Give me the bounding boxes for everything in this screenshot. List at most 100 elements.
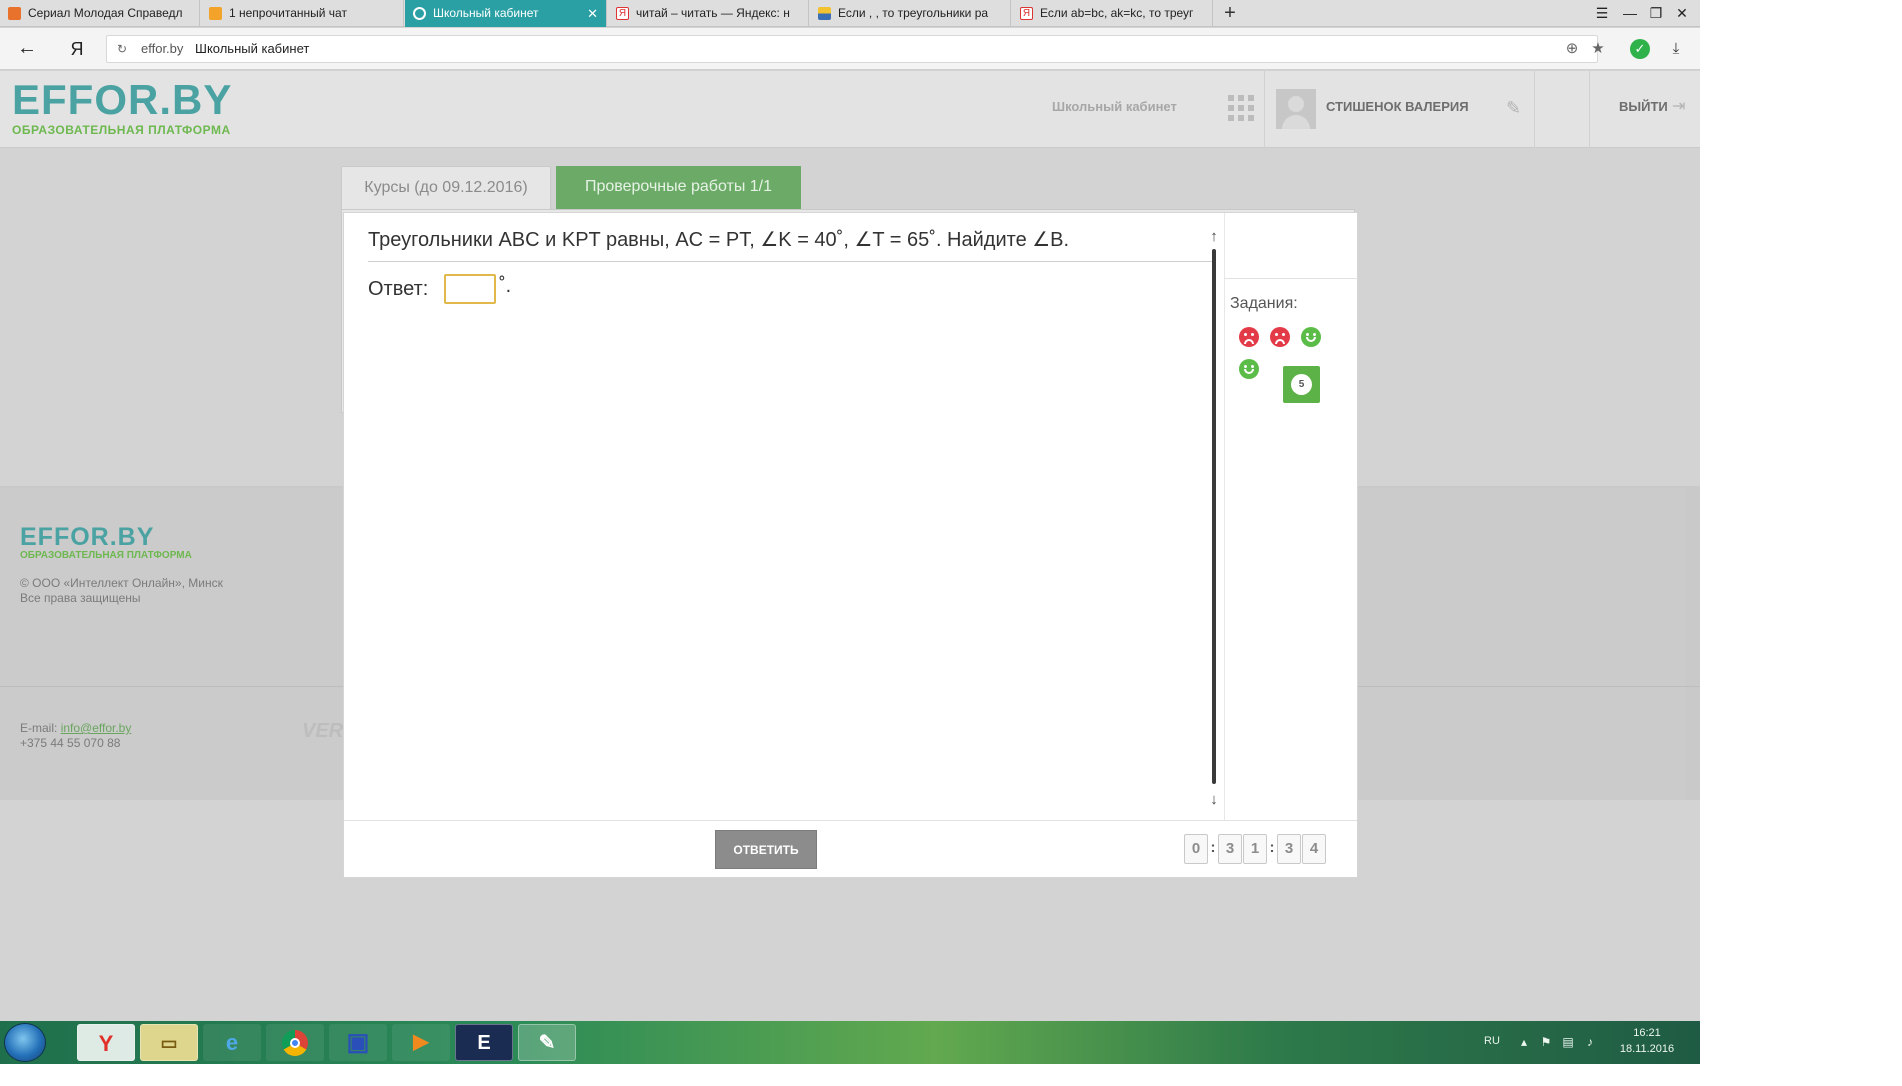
clock-date[interactable]: 18.11.2016 — [1612, 1043, 1682, 1055]
back-button[interactable]: ← — [14, 36, 40, 62]
video-icon — [8, 7, 21, 20]
save-disk-icon[interactable]: ▣ — [329, 1024, 387, 1061]
tab-title: Сериал Молодая Справедл — [28, 6, 183, 20]
sad-face-icon — [1239, 327, 1259, 347]
menu-icon[interactable]: ☰ — [1589, 0, 1615, 27]
paint-icon[interactable]: ✎ — [518, 1024, 576, 1061]
file-explorer-icon[interactable]: ▭ — [140, 1024, 198, 1061]
tab-title: Если , , то треугольники ра — [838, 6, 989, 20]
download-icon[interactable]: ⤓ — [1664, 36, 1688, 62]
task-number: 5 — [1291, 374, 1312, 395]
quiz-modal: Треугольники ABC и KPT равны, AC = PT, ∠… — [344, 213, 1358, 877]
footer-copyright: © ООО «Интеллект Онлайн», Минск Все прав… — [20, 576, 223, 606]
email-link[interactable]: info@effor.by — [61, 721, 132, 735]
network-icon[interactable]: ▤ — [1560, 1034, 1576, 1050]
url-field[interactable]: ↻ effor.by Школьный кабинет — [106, 35, 1598, 63]
footer-logo-subtitle: ОБРАЗОВАТЕЛЬНАЯ ПЛАТФОРМА — [20, 550, 192, 561]
site-logo-subtitle: ОБРАЗОВАТЕЛЬНАЯ ПЛАТФОРМА — [12, 123, 231, 137]
footer-logo: EFFOR.BY — [20, 523, 155, 551]
footer-email: E-mail: info@effor.by — [20, 721, 131, 735]
close-window-icon[interactable]: ✕ — [1669, 0, 1695, 27]
browser-tab[interactable]: 1 непрочитанный чат — [201, 0, 404, 27]
browser-tab[interactable]: Если , , то треугольники ра — [810, 0, 1011, 27]
scroll-down-arrow-icon[interactable]: ↓ — [1204, 790, 1224, 810]
apps-grid-icon[interactable] — [1228, 95, 1254, 121]
browser-tab[interactable]: Я Если ab=bc, ak=kc, то треуг — [1012, 0, 1213, 27]
yandex-browser-icon[interactable]: Y — [77, 1024, 135, 1061]
scroll-up-arrow-icon[interactable]: ↑ — [1204, 227, 1224, 247]
task-1-wrong[interactable] — [1233, 321, 1265, 353]
internet-explorer-icon[interactable]: e — [203, 1024, 261, 1061]
pencil-icon[interactable]: ✎ — [1506, 97, 1528, 119]
email-label: E-mail: — [20, 721, 58, 735]
submit-answer-button[interactable]: ОТВЕТИТЬ — [715, 830, 817, 869]
new-tab-button[interactable]: + — [1218, 0, 1242, 27]
media-player-icon[interactable]: ▶ — [392, 1024, 450, 1061]
answer-label: Ответ: — [368, 278, 429, 300]
timer-digit: 4 — [1302, 834, 1326, 864]
happy-face-icon — [1239, 359, 1259, 379]
task-4-correct[interactable] — [1233, 353, 1265, 385]
copyright-line: © ООО «Интеллект Онлайн», Минск — [20, 576, 223, 590]
browser-tab-active[interactable]: Школьный кабинет ✕ — [405, 0, 607, 27]
taskbar: Y ▭ e ▣ ▶ E ✎ RU ▴ ⚑ ▤ ♪ 16:21 18.11.201… — [0, 1021, 1700, 1064]
header-divider — [1589, 71, 1590, 148]
modal-footer: ОТВЕТИТЬ 0 : 3 1 : 3 4 — [344, 820, 1357, 877]
nav-school-cabinet[interactable]: Школьный кабинет — [1052, 99, 1177, 114]
happy-face-icon — [1301, 327, 1321, 347]
browser-tab-bar: Сериал Молодая Справедл 1 непрочитанный … — [0, 0, 1700, 27]
clock-time[interactable]: 16:21 — [1612, 1027, 1682, 1039]
timer-digit: 3 — [1277, 834, 1301, 864]
show-hidden-icons-icon[interactable]: ▴ — [1516, 1034, 1532, 1050]
avatar[interactable] — [1276, 89, 1316, 129]
yandex-icon: Я — [1020, 7, 1033, 20]
reload-icon[interactable]: ↻ — [117, 36, 127, 62]
logout-button[interactable]: ВЫЙТИ — [1619, 99, 1668, 114]
mail-icon — [209, 7, 222, 20]
tab-title: Если ab=bc, ak=kc, то треуг — [1040, 6, 1194, 20]
address-bar: ← Я ↻ effor.by Школьный кабинет ⊕ ★ ✓ ⤓ — [0, 28, 1700, 70]
url-page-title: Школьный кабинет — [195, 41, 310, 56]
tab-title: Школьный кабинет — [433, 6, 539, 20]
logout-icon[interactable]: ⇥ — [1672, 96, 1685, 116]
answer-degree-suffix: ˚. — [499, 275, 512, 297]
timer-digit: 1 — [1243, 834, 1267, 864]
tab-title: читай – читать — Яндекс: н — [636, 6, 790, 20]
timer-digit: 3 — [1218, 834, 1242, 864]
restore-icon[interactable]: ❐ — [1643, 0, 1669, 27]
tab-tests[interactable]: Проверочные работы 1/1 — [556, 166, 801, 209]
start-button[interactable] — [5, 1024, 45, 1061]
close-icon[interactable]: ✕ — [587, 0, 598, 27]
verified-badge: VERI — [302, 720, 349, 742]
flag-icon[interactable]: ⚑ — [1538, 1034, 1554, 1050]
tasks-panel: Задания: 5 — [1224, 213, 1358, 820]
task-2-wrong[interactable] — [1264, 321, 1296, 353]
user-name[interactable]: СТИШЕНОК ВАЛЕРИЯ — [1326, 99, 1469, 114]
timer-separator: : — [1269, 839, 1275, 856]
timer-digit: 0 — [1184, 834, 1208, 864]
tab-courses[interactable]: Курсы (до 09.12.2016) — [341, 166, 551, 209]
volume-icon[interactable]: ♪ — [1582, 1034, 1598, 1050]
effor-app-icon[interactable]: E — [455, 1024, 513, 1061]
yandex-button[interactable]: Я — [66, 36, 88, 62]
scrollbar[interactable] — [1212, 249, 1216, 784]
answer-input[interactable] — [444, 274, 496, 304]
chrome-icon[interactable] — [266, 1024, 324, 1061]
browser-tab[interactable]: Я читай – читать — Яндекс: н — [608, 0, 809, 27]
tasks-label: Задания: — [1230, 295, 1298, 312]
bookmark-star-icon[interactable]: ★ — [1586, 36, 1610, 62]
language-indicator[interactable]: RU — [1484, 1035, 1500, 1047]
rights-line: Все права защищены — [20, 591, 141, 605]
screen: Сериал Молодая Справедл 1 непрочитанный … — [0, 0, 1700, 1064]
browser-tab[interactable]: Сериал Молодая Справедл — [0, 0, 200, 27]
question-divider — [368, 261, 1214, 262]
task-3-correct[interactable] — [1295, 321, 1327, 353]
protect-icon[interactable]: ⊕ — [1560, 36, 1584, 62]
header-divider — [1264, 71, 1265, 148]
site-logo[interactable]: EFFOR.BY — [12, 76, 232, 124]
minimize-icon[interactable]: — — [1617, 0, 1643, 27]
system-tray: RU ▴ ⚑ ▤ ♪ 16:21 18.11.2016 — [1464, 1021, 1700, 1064]
security-check-icon[interactable]: ✓ — [1628, 36, 1652, 62]
question-text: Треугольники ABC и KPT равны, AC = PT, ∠… — [368, 229, 1070, 251]
task-5-current[interactable]: 5 — [1283, 366, 1320, 403]
